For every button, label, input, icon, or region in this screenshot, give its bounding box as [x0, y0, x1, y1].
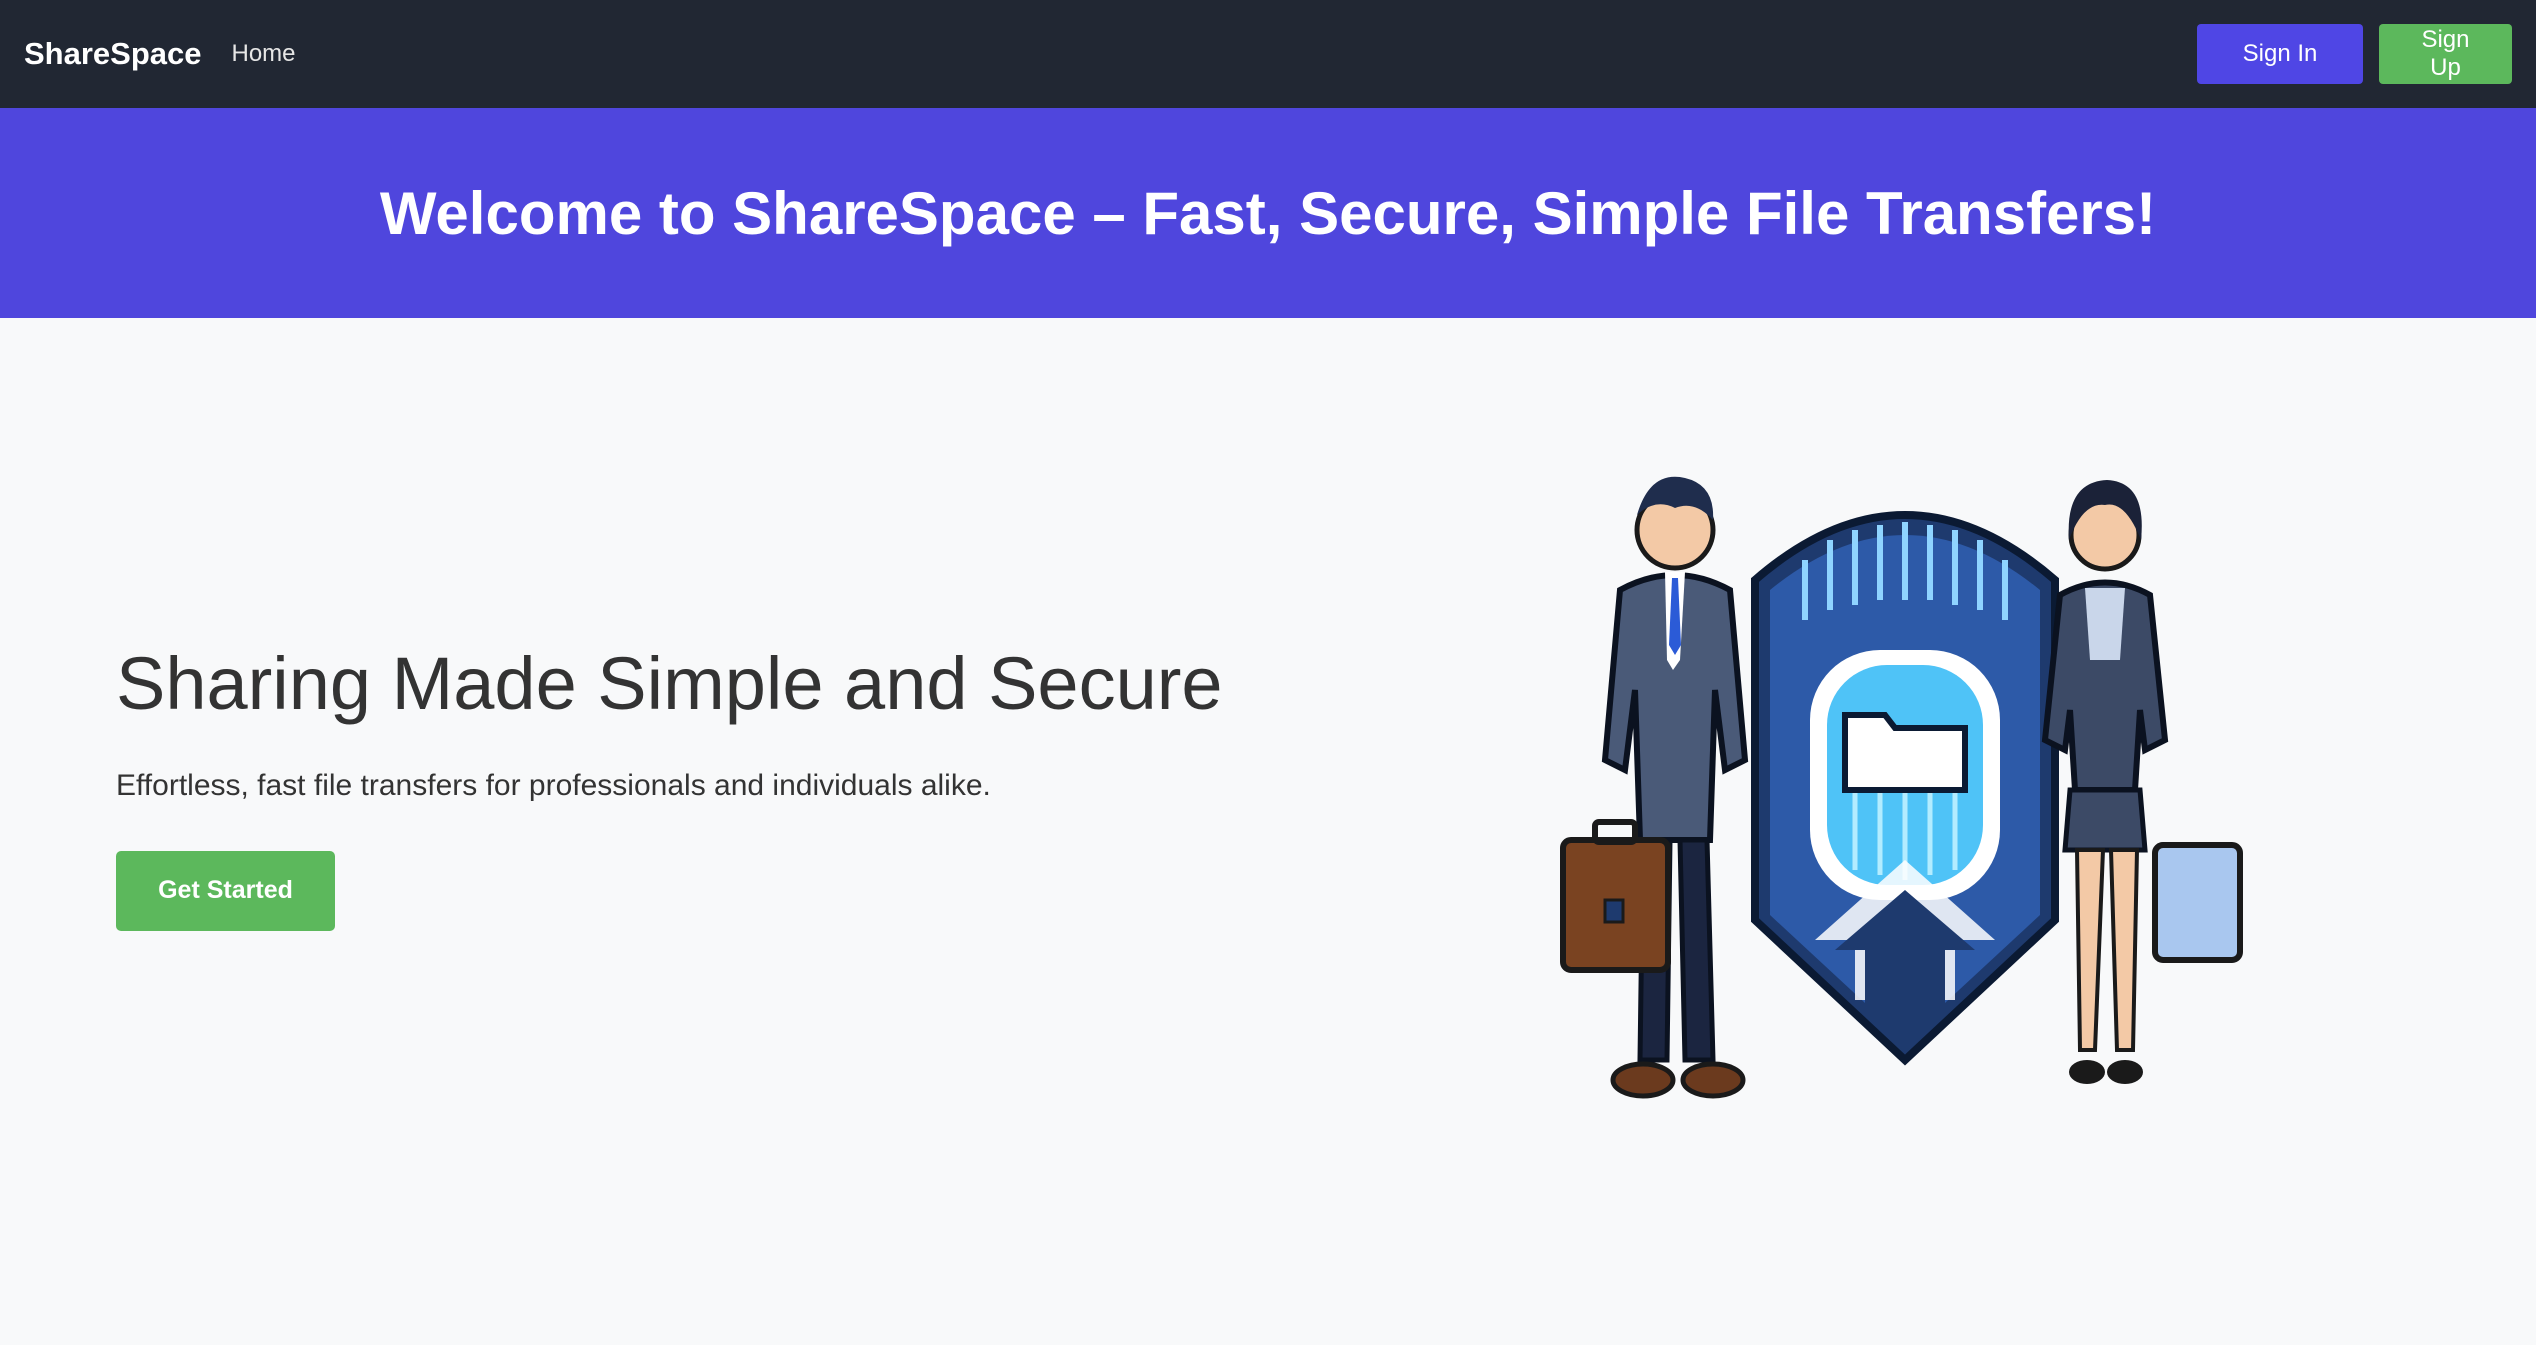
shield-icon: [1751, 511, 2059, 1066]
nav-link-home[interactable]: Home: [232, 40, 296, 68]
folder-icon: [1842, 712, 1968, 793]
welcome-banner: Welcome to ShareSpace – Fast, Secure, Si…: [0, 108, 2536, 318]
nav-actions: Sign In Sign Up: [2197, 24, 2512, 84]
hero-subtitle: Effortless, fast file transfers for prof…: [116, 768, 991, 802]
sign-in-button[interactable]: Sign In: [2197, 24, 2363, 84]
hero-title: Sharing Made Simple and Secure: [116, 642, 1223, 725]
navbar: ShareSpace Home Sign In Sign Up: [0, 0, 2536, 108]
tablet-icon: [2152, 842, 2243, 963]
sign-up-button[interactable]: Sign Up: [2379, 24, 2512, 84]
business-people-file-transfer-illustration: [1555, 460, 2255, 1120]
briefcase-icon: [1560, 819, 1671, 973]
hero-section: Sharing Made Simple and Secure Effortles…: [116, 640, 1416, 931]
businesswoman-figure: [2041, 480, 2243, 1084]
brand-logo[interactable]: ShareSpace: [24, 36, 202, 72]
get-started-button[interactable]: Get Started: [116, 850, 335, 931]
businessman-figure: [1560, 476, 1749, 1099]
banner-title: Welcome to ShareSpace – Fast, Secure, Si…: [379, 179, 2157, 247]
